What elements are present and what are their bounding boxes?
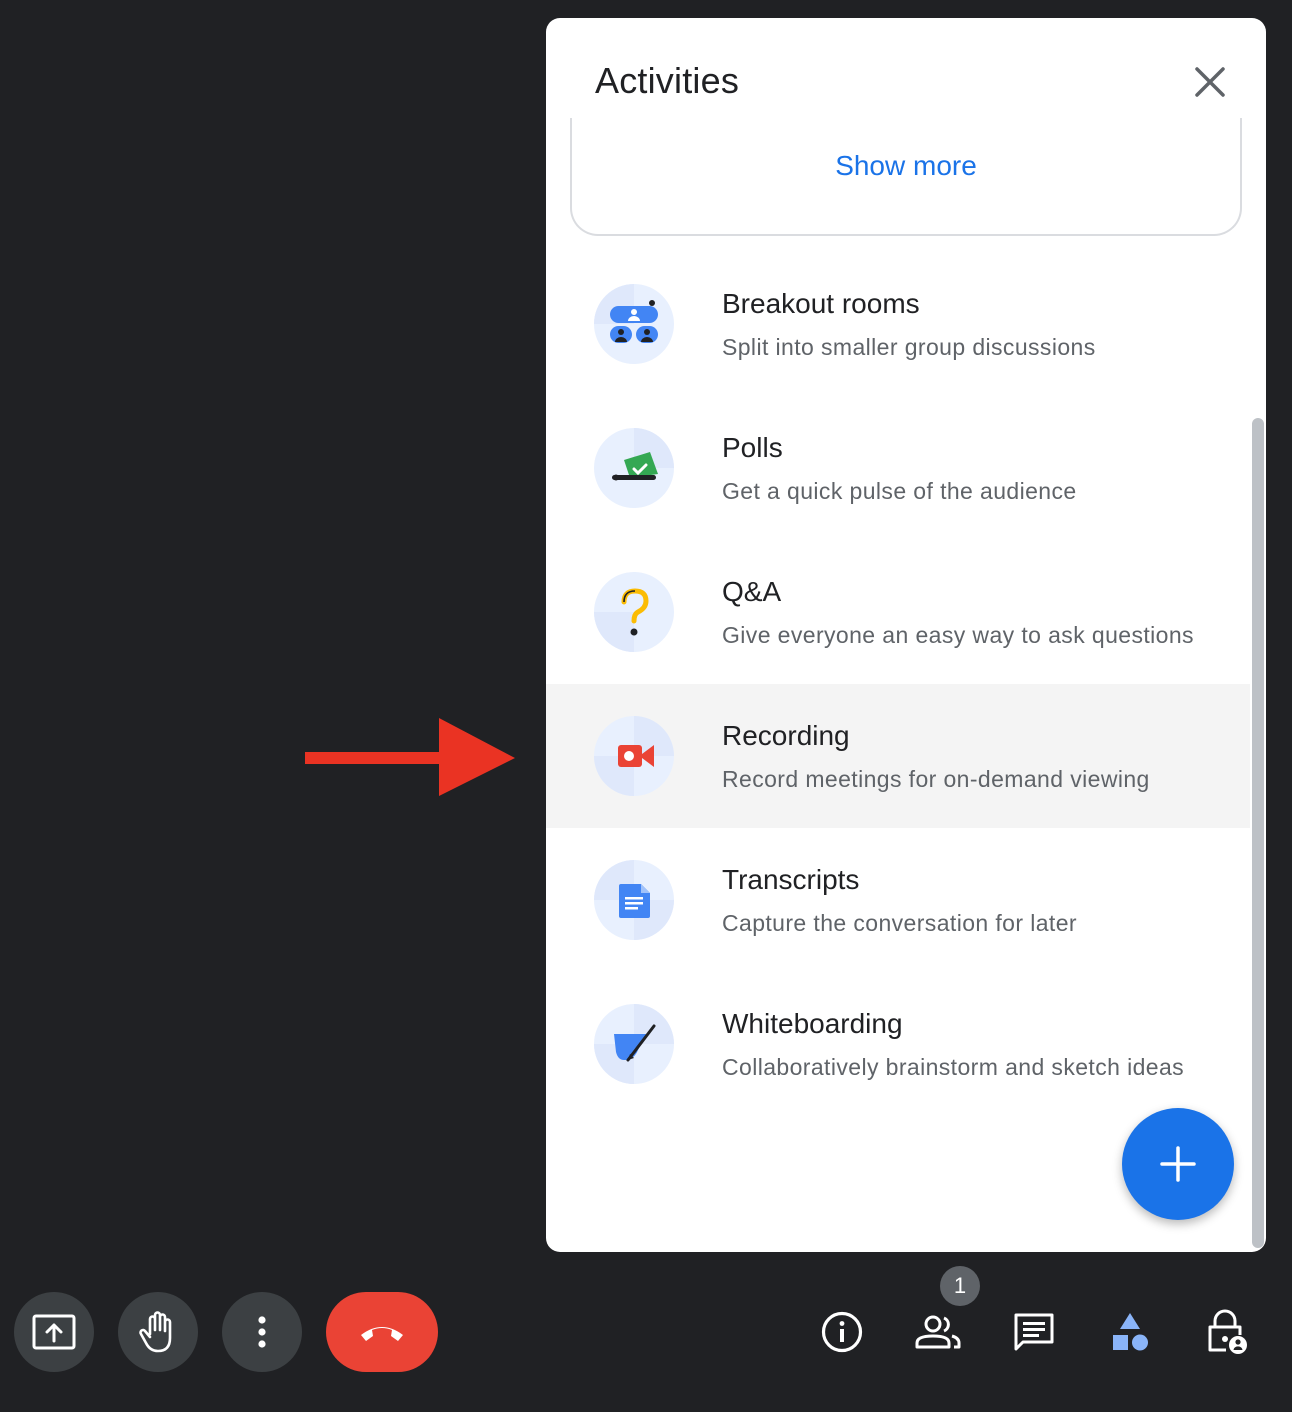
present-screen-button[interactable] (14, 1292, 94, 1372)
activity-title: Breakout rooms (722, 288, 920, 319)
activity-whiteboarding[interactable]: Whiteboarding Collaboratively brainstorm… (546, 972, 1250, 1116)
activity-description: Capture the conversation for later (722, 910, 1077, 936)
annotation-arrow-icon (305, 718, 515, 796)
activity-icon-container (594, 572, 674, 652)
activity-description: Get a quick pulse of the audience (722, 478, 1077, 504)
activity-description: Give everyone an easy way to ask questio… (722, 622, 1194, 648)
chat-button[interactable] (1002, 1300, 1066, 1364)
close-icon (1195, 67, 1225, 97)
more-options-icon (258, 1316, 266, 1348)
meeting-info-icon (821, 1311, 863, 1353)
activities-icon (1113, 1313, 1148, 1351)
panel-title: Activities (595, 60, 740, 101)
add-activity-button[interactable] (1122, 1108, 1234, 1220)
meet-screen: Activities Show more Breakout rooms Spli… (0, 0, 1292, 1412)
activity-transcripts[interactable]: Transcripts Capture the conversation for… (546, 828, 1250, 972)
raise-hand-button[interactable] (118, 1292, 198, 1372)
plus-icon (1160, 1146, 1196, 1182)
activity-qa[interactable]: Q&A Give everyone an easy way to ask que… (546, 540, 1250, 684)
people-button[interactable] (906, 1300, 970, 1364)
activity-title: Q&A (722, 576, 782, 607)
raise-hand-icon (139, 1311, 172, 1353)
show-more-button[interactable]: Show more (572, 150, 1240, 182)
whiteboarding-icon (614, 1024, 656, 1062)
activity-recording[interactable]: Recording Record meetings for on-demand … (546, 684, 1250, 828)
breakout-rooms-icon (610, 300, 658, 343)
leave-call-icon (361, 1327, 403, 1341)
more-options-button[interactable] (222, 1292, 302, 1372)
activity-icon-container (594, 428, 674, 508)
activity-icon-container (594, 860, 674, 940)
activity-icon-container (594, 1004, 674, 1084)
activity-title: Recording (722, 720, 850, 751)
activity-title: Polls (722, 432, 783, 463)
leave-call-button[interactable] (326, 1292, 438, 1372)
activity-polls[interactable]: Polls Get a quick pulse of the audience (546, 396, 1250, 540)
recording-icon (618, 745, 654, 767)
scrollbar-thumb[interactable] (1252, 418, 1264, 1248)
activities-panel: Activities Show more Breakout rooms Spli… (546, 18, 1266, 1252)
activity-icon-container (594, 716, 674, 796)
transcripts-icon (619, 884, 650, 918)
scrollbar[interactable] (1250, 418, 1266, 1252)
people-icon (915, 1315, 961, 1349)
activity-list: Breakout rooms Split into smaller group … (546, 252, 1250, 1116)
close-button[interactable] (1182, 54, 1238, 110)
activity-title: Whiteboarding (722, 1008, 903, 1039)
activity-description: Record meetings for on-demand viewing (722, 766, 1150, 792)
chat-icon (1014, 1313, 1054, 1351)
activity-title: Transcripts (722, 864, 860, 895)
show-more-card: Show more (570, 118, 1242, 236)
host-controls-button[interactable] (1194, 1300, 1258, 1364)
activity-description: Collaboratively brainstorm and sketch id… (722, 1054, 1185, 1080)
activity-description: Split into smaller group discussions (722, 334, 1096, 360)
host-controls-icon (1208, 1309, 1247, 1354)
activities-button[interactable] (1098, 1300, 1162, 1364)
polls-icon (612, 452, 658, 481)
present-screen-icon (32, 1314, 76, 1350)
qa-icon (621, 588, 649, 636)
meeting-info-button[interactable] (810, 1300, 874, 1364)
activity-icon-container (594, 284, 674, 364)
activity-breakout-rooms[interactable]: Breakout rooms Split into smaller group … (546, 252, 1250, 396)
